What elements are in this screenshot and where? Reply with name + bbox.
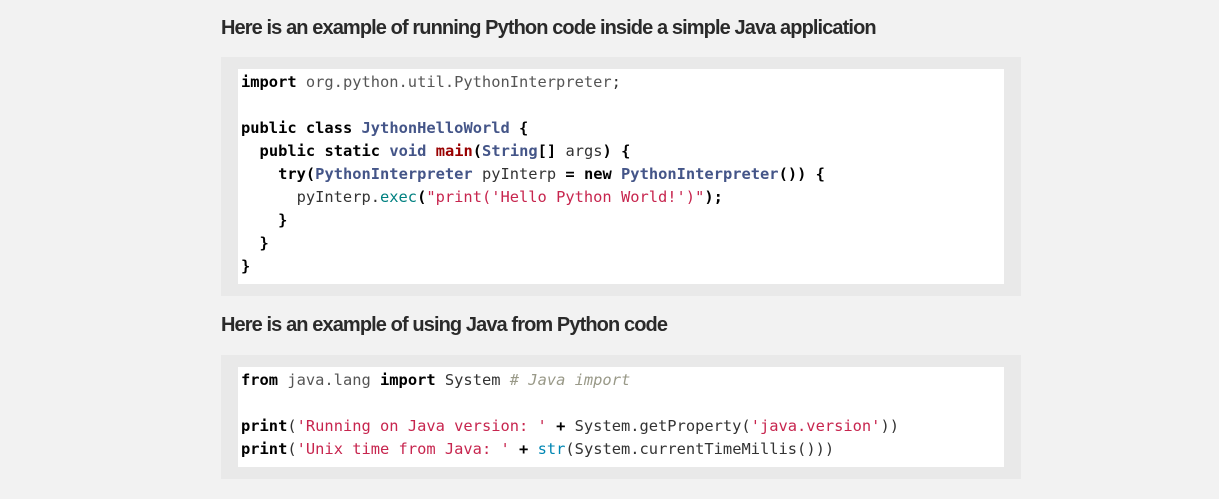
code-token: org.python.util.PythonInterpreter bbox=[296, 73, 612, 91]
code-token: import bbox=[380, 371, 436, 389]
code-token: print bbox=[241, 417, 288, 435]
code-block-python[interactable]: from java.lang import System # Java impo… bbox=[238, 367, 1004, 467]
code-token: from bbox=[241, 371, 279, 389]
code-token: main bbox=[435, 142, 473, 160]
code-token: + bbox=[519, 440, 529, 458]
code-token: + bbox=[556, 417, 566, 435]
code-token: } bbox=[278, 211, 288, 229]
code-token: ( bbox=[472, 142, 483, 160]
code-panel-java: import org.python.util.PythonInterpreter… bbox=[221, 57, 1021, 296]
code-token: ( bbox=[417, 188, 427, 206]
code-line: public class JythonHelloWorld { bbox=[241, 117, 1004, 140]
code-token: static bbox=[324, 142, 381, 160]
code-block-java[interactable]: import org.python.util.PythonInterpreter… bbox=[238, 69, 1004, 284]
section-heading-python-uses-java: Here is an example of using Java from Py… bbox=[221, 314, 668, 336]
code-token: class bbox=[305, 119, 353, 137]
code-token: PythonInterpreter bbox=[621, 165, 779, 183]
code-token: ( bbox=[287, 417, 297, 435]
code-line: } bbox=[241, 255, 1004, 278]
code-line: public static void main(String[] args) { bbox=[241, 140, 1004, 163]
code-token: # Java import bbox=[509, 371, 631, 389]
code-token: new bbox=[583, 165, 612, 183]
code-token: str bbox=[537, 440, 566, 458]
code-token: "print('Hello Python World!')" bbox=[426, 188, 705, 206]
code-token: ( bbox=[287, 440, 297, 458]
code-token: ) { bbox=[602, 142, 631, 160]
code-line: } bbox=[241, 232, 1004, 255]
code-token: try bbox=[278, 165, 306, 183]
code-token: 'java.version' bbox=[750, 417, 881, 435]
code-token: 'Unix time from Java: ' bbox=[296, 440, 510, 458]
code-token: [] bbox=[537, 142, 557, 160]
code-line: } bbox=[241, 209, 1004, 232]
code-token: { bbox=[509, 119, 529, 137]
code-line: from java.lang import System # Java impo… bbox=[241, 369, 1004, 392]
code-token: (System.currentTimeMillis())) bbox=[565, 440, 835, 458]
code-token: pyInterp bbox=[472, 165, 566, 183]
code-token: System bbox=[435, 371, 510, 389]
section-heading-java-runs-python: Here is an example of running Python cod… bbox=[221, 17, 877, 39]
code-token: = bbox=[565, 165, 575, 183]
code-token: PythonInterpreter bbox=[315, 165, 473, 183]
code-token: } bbox=[259, 234, 269, 252]
code-token: pyInterp. bbox=[241, 188, 380, 206]
code-token: java.lang bbox=[278, 371, 381, 389]
code-token: ()) { bbox=[778, 165, 825, 183]
code-token: public bbox=[259, 142, 316, 160]
code-token: ; bbox=[611, 73, 621, 91]
code-token: )) bbox=[880, 417, 899, 435]
code-token: String bbox=[482, 142, 538, 160]
code-line: print('Running on Java version: ' + Syst… bbox=[241, 415, 1004, 438]
code-token: import bbox=[241, 73, 297, 91]
code-line: import org.python.util.PythonInterpreter… bbox=[241, 71, 1004, 94]
code-token: public bbox=[241, 119, 297, 137]
code-token: exec bbox=[380, 188, 418, 206]
code-token: ); bbox=[704, 188, 723, 206]
code-token: JythonHelloWorld bbox=[361, 119, 510, 137]
code-token: System.getProperty( bbox=[565, 417, 751, 435]
code-panel-python: from java.lang import System # Java impo… bbox=[221, 355, 1021, 479]
code-token: ( bbox=[305, 165, 316, 183]
code-line: try(PythonInterpreter pyInterp = new Pyt… bbox=[241, 163, 1004, 186]
code-line: pyInterp.exec("print('Hello Python World… bbox=[241, 186, 1004, 209]
code-token: print bbox=[241, 440, 288, 458]
code-token: void bbox=[389, 142, 427, 160]
code-token: } bbox=[241, 257, 251, 275]
code-line: print('Unix time from Java: ' + str(Syst… bbox=[241, 438, 1004, 461]
code-token: args bbox=[556, 142, 603, 160]
code-token: 'Running on Java version: ' bbox=[296, 417, 547, 435]
